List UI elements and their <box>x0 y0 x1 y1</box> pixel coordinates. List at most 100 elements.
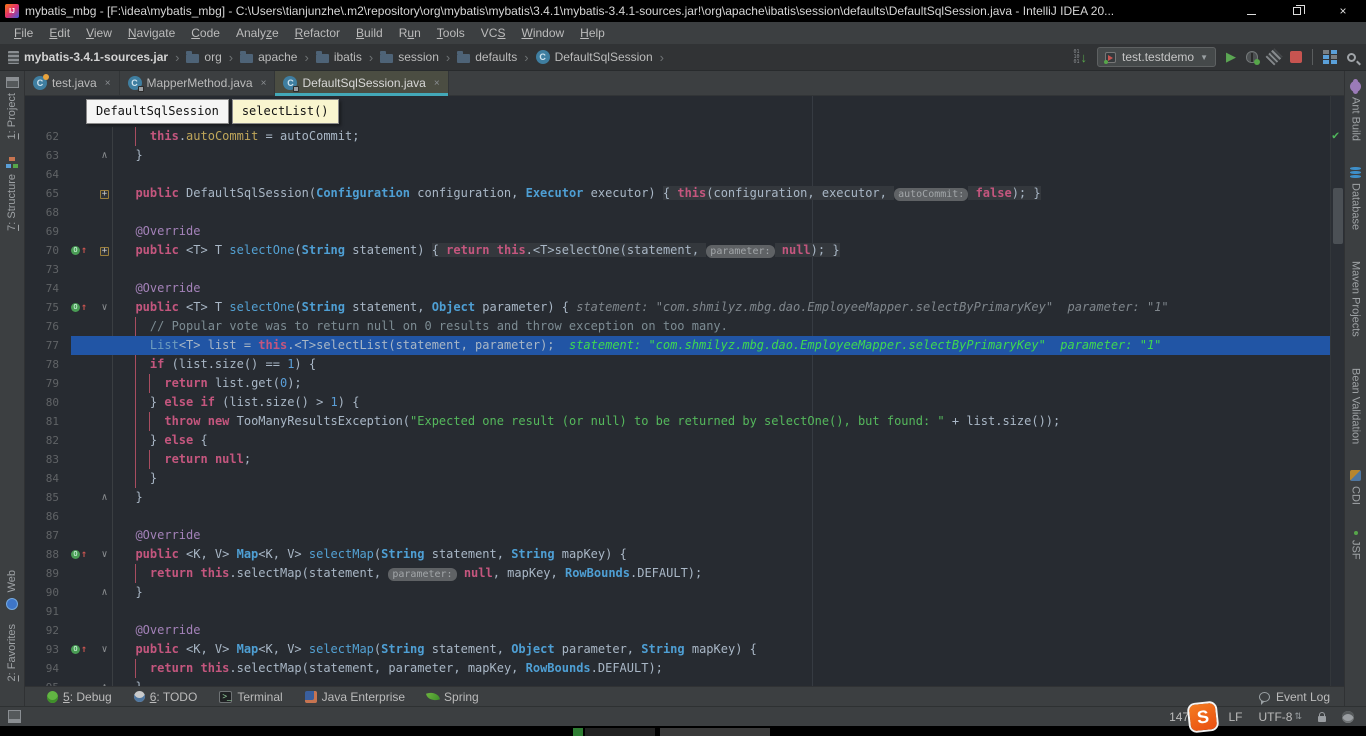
line-number[interactable]: 81 <box>25 412 71 431</box>
line-number[interactable]: 68 <box>25 203 71 222</box>
code-line-75[interactable]: 75O↑∨ public <T> T selectOne(String stat… <box>25 298 1344 317</box>
menu-navigate[interactable]: Navigate <box>120 24 183 42</box>
code-line-85[interactable]: 85∧ } <box>25 488 1344 507</box>
menu-tools[interactable]: Tools <box>429 24 473 42</box>
code-line-94[interactable]: 94 return this.selectMap(statement, para… <box>25 659 1344 678</box>
fold-marker[interactable] <box>97 564 113 583</box>
fold-marker[interactable] <box>97 165 113 184</box>
toolwindow-button-spring[interactable]: Spring <box>427 690 479 704</box>
code-area[interactable]: 62 this.autoCommit = autoCommit;63∧ }646… <box>25 96 1344 686</box>
code-line-80[interactable]: 80 } else if (list.size() > 1) { <box>25 393 1344 412</box>
fold-plus-icon[interactable]: + <box>100 190 109 199</box>
fold-marker[interactable]: ∧ <box>97 488 113 507</box>
code-line-62[interactable]: 62 this.autoCommit = autoCommit; <box>25 127 1344 146</box>
line-number[interactable]: 75 <box>25 298 71 317</box>
run-with-coverage-button[interactable] <box>1266 49 1283 66</box>
overrides-up-arrow-icon[interactable]: ↑ <box>81 640 87 659</box>
line-number[interactable]: 83 <box>25 450 71 469</box>
overrides-up-arrow-icon[interactable]: ↑ <box>81 241 87 260</box>
line-number[interactable]: 73 <box>25 260 71 279</box>
fold-marker[interactable] <box>97 355 113 374</box>
line-number[interactable]: 87 <box>25 526 71 545</box>
menu-code[interactable]: Code <box>183 24 228 42</box>
code-editor[interactable]: 62 this.autoCommit = autoCommit;63∧ }646… <box>25 96 1344 686</box>
stripe-button-maven-projects[interactable]: Maven Projects <box>1350 256 1362 337</box>
override-method-icon[interactable]: O <box>71 303 80 312</box>
code-line-92[interactable]: 92 @Override <box>25 621 1344 640</box>
fold-marker[interactable] <box>97 507 113 526</box>
fold-marker[interactable]: ∨ <box>97 298 113 317</box>
line-number[interactable]: 63 <box>25 146 71 165</box>
fold-marker[interactable] <box>97 260 113 279</box>
menu-run[interactable]: Run <box>391 24 429 42</box>
code-line-78[interactable]: 78 if (list.size() == 1) { <box>25 355 1344 374</box>
fold-marker[interactable] <box>97 469 113 488</box>
popup-method-item[interactable]: selectList() <box>232 99 339 124</box>
line-number[interactable]: 64 <box>25 165 71 184</box>
stripe-button-7-structure[interactable]: 7: Structure <box>6 157 18 231</box>
breadcrumb-item-defaults[interactable]: defaults <box>457 50 517 64</box>
line-number[interactable]: 70 <box>25 241 71 260</box>
menu-vcs[interactable]: VCS <box>473 24 514 42</box>
line-number[interactable]: 86 <box>25 507 71 526</box>
line-number[interactable]: 80 <box>25 393 71 412</box>
line-number[interactable]: 89 <box>25 564 71 583</box>
fold-marker[interactable]: + <box>97 184 113 203</box>
error-stripe-scrollbar[interactable]: ✔ <box>1330 96 1344 686</box>
menu-build[interactable]: Build <box>348 24 391 42</box>
override-method-icon[interactable]: O <box>71 246 80 255</box>
line-number[interactable]: 76 <box>25 317 71 336</box>
line-number[interactable]: 77 <box>25 336 71 355</box>
fold-marker[interactable] <box>97 450 113 469</box>
code-line-74[interactable]: 74 @Override <box>25 279 1344 298</box>
line-number[interactable]: 92 <box>25 621 71 640</box>
debug-button[interactable] <box>1246 51 1258 63</box>
override-method-icon[interactable]: O <box>71 550 80 559</box>
fold-marker[interactable]: ∨ <box>97 640 113 659</box>
breadcrumb-item-apache[interactable]: apache <box>240 50 297 64</box>
line-number[interactable]: 74 <box>25 279 71 298</box>
breadcrumb-item-org[interactable]: org <box>186 50 221 64</box>
event-log-button[interactable]: Event Log <box>1259 690 1330 704</box>
fold-marker[interactable] <box>97 526 113 545</box>
stripe-button-1-project[interactable]: 1: Project <box>6 77 19 139</box>
line-number[interactable]: 95 <box>25 678 71 686</box>
breadcrumb-item-session[interactable]: session <box>380 50 439 64</box>
search-everywhere-icon[interactable] <box>1347 53 1356 62</box>
fold-plus-icon[interactable]: + <box>100 247 109 256</box>
stripe-button-2-favorites[interactable]: 2: Favorites <box>6 624 18 686</box>
code-line-93[interactable]: 93O↑∨ public <K, V> Map<K, V> selectMap(… <box>25 640 1344 659</box>
fold-marker[interactable]: ∧ <box>97 678 113 686</box>
code-line-81[interactable]: 81 throw new TooManyResultsException("Ex… <box>25 412 1344 431</box>
fold-marker[interactable] <box>97 203 113 222</box>
line-number[interactable]: 65 <box>25 184 71 203</box>
menu-help[interactable]: Help <box>572 24 613 42</box>
line-number[interactable]: 90 <box>25 583 71 602</box>
code-line-68[interactable]: 68 <box>25 203 1344 222</box>
run-configuration-select[interactable]: test.testdemo ▼ <box>1097 47 1216 67</box>
tab-close-icon[interactable]: × <box>261 78 267 89</box>
code-line-89[interactable]: 89 return this.selectMap(statement, para… <box>25 564 1344 583</box>
tab-MapperMethod.java[interactable]: CMapperMethod.java× <box>120 71 276 95</box>
read-only-lock-icon[interactable] <box>1318 716 1326 722</box>
overrides-up-arrow-icon[interactable]: ↑ <box>81 545 87 564</box>
fold-marker[interactable] <box>97 412 113 431</box>
fold-marker[interactable] <box>97 602 113 621</box>
line-number[interactable]: 91 <box>25 602 71 621</box>
menu-refactor[interactable]: Refactor <box>287 24 348 42</box>
code-line-70[interactable]: 70O↑+ public <T> T selectOne(String stat… <box>25 241 1344 260</box>
run-button[interactable]: ▶ <box>1226 49 1236 65</box>
tab-close-icon[interactable]: × <box>105 78 111 89</box>
breadcrumb-item-mybatis-3.4.1-sources.jar[interactable]: mybatis-3.4.1-sources.jar <box>8 50 168 64</box>
code-line-82[interactable]: 82 } else { <box>25 431 1344 450</box>
code-line-69[interactable]: 69 @Override <box>25 222 1344 241</box>
code-line-87[interactable]: 87 @Override <box>25 526 1344 545</box>
download-sources-icon[interactable]: 01 10 01 ↓ <box>1074 50 1088 65</box>
close-button[interactable]: × <box>1320 0 1366 22</box>
fold-marker[interactable] <box>97 317 113 336</box>
stripe-button-bean-validation[interactable]: Bean Validation <box>1350 363 1362 444</box>
code-line-65[interactable]: 65+ public DefaultSqlSession(Configurati… <box>25 184 1344 203</box>
stripe-button-web[interactable]: Web <box>6 570 18 609</box>
fold-marker[interactable] <box>97 222 113 241</box>
menu-analyze[interactable]: Analyze <box>228 24 287 42</box>
